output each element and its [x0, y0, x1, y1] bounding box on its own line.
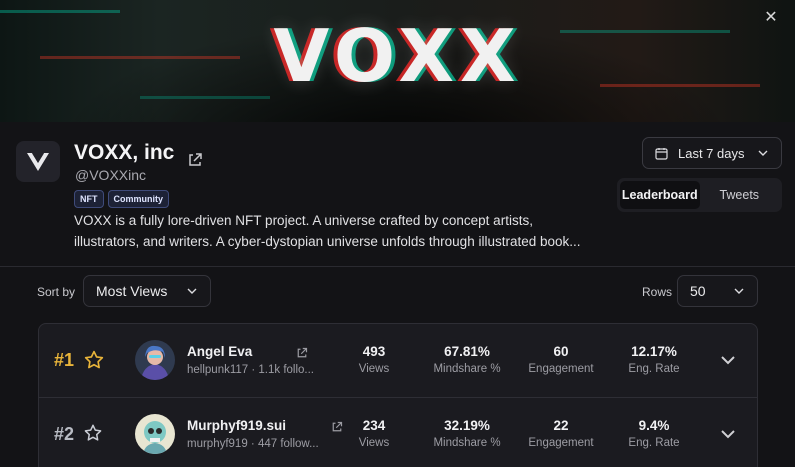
chevron-down-icon [187, 288, 197, 294]
eng-rate-value: 9.4% [638, 418, 670, 433]
views-metric: 493 Views [324, 344, 424, 375]
mindshare-value: 67.81% [444, 344, 490, 359]
leaderboard-page: VOXX ✕ VOXX, inc @VOXXinc NFT Community … [0, 0, 795, 467]
eng-rate-metric: 9.4% Eng. Rate [604, 418, 704, 449]
rows-value: 50 [690, 283, 706, 299]
engagement-label: Engagement [528, 437, 594, 449]
avatar [135, 414, 175, 454]
engagement-value: 60 [553, 344, 569, 359]
mindshare-metric: 67.81% Mindshare % [417, 344, 517, 375]
tab-tweets[interactable]: Tweets [700, 181, 780, 209]
mindshare-label: Mindshare % [433, 437, 501, 449]
views-value: 493 [362, 344, 386, 359]
views-value: 234 [362, 418, 386, 433]
project-description: VOXX is a fully lore-driven NFT project.… [74, 210, 614, 252]
sort-value: Most Views [96, 283, 168, 299]
project-logo [16, 141, 60, 182]
description-line: illustrators, and writers. A cyber-dysto… [74, 234, 581, 249]
rows-select[interactable]: 50 [677, 275, 758, 307]
avatar [135, 340, 175, 380]
external-link-icon[interactable] [187, 152, 203, 168]
view-tabs: Leaderboard Tweets [617, 178, 782, 212]
chevron-down-icon [758, 150, 768, 156]
eng-rate-value: 12.17% [631, 344, 677, 359]
project-banner: VOXX ✕ [0, 0, 795, 122]
eng-rate-label: Eng. Rate [628, 363, 680, 375]
sort-select[interactable]: Most Views [83, 275, 211, 307]
views-label: Views [358, 363, 390, 375]
engagement-metric: 22 Engagement [511, 418, 611, 449]
date-range-button[interactable]: Last 7 days [642, 137, 782, 169]
engagement-label: Engagement [528, 363, 594, 375]
eng-rate-metric: 12.17% Eng. Rate [604, 344, 704, 375]
external-link-icon[interactable] [296, 346, 308, 358]
user-subtitle: murphyf919 · 447 follow... [187, 438, 319, 450]
chevron-down-icon [734, 288, 744, 294]
project-tags: NFT Community [74, 190, 169, 208]
leaderboard-table: #1 Angel Eva hellpunk117 · 1.1k follo... [38, 323, 758, 467]
engagement-value: 22 [553, 418, 569, 433]
eng-rate-label: Eng. Rate [628, 437, 680, 449]
mindshare-metric: 32.19% Mindshare % [417, 418, 517, 449]
user-subtitle: hellpunk117 · 1.1k follo... [187, 364, 315, 376]
calendar-icon [655, 147, 668, 160]
banner-title: VOXX [273, 14, 522, 98]
date-range-label: Last 7 days [678, 145, 745, 161]
rank: #1 [54, 350, 75, 370]
project-name: VOXX, inc [74, 141, 175, 164]
user-name[interactable]: Murphyf919.sui [187, 418, 286, 433]
close-icon[interactable]: ✕ [761, 8, 781, 28]
chevron-down-icon[interactable] [719, 425, 739, 445]
tag-community: Community [107, 190, 169, 208]
sort-label: Sort by [37, 285, 76, 299]
mindshare-label: Mindshare % [433, 363, 501, 375]
description-line: VOXX is a fully lore-driven NFT project.… [74, 213, 533, 228]
star-icon[interactable] [83, 423, 105, 445]
tag-nft: NFT [74, 190, 104, 208]
voxx-logo-icon [27, 151, 49, 171]
star-icon[interactable] [83, 349, 105, 371]
rows-label: Rows [642, 285, 673, 299]
engagement-metric: 60 Engagement [511, 344, 611, 375]
views-metric: 234 Views [324, 418, 424, 449]
rank: #2 [54, 424, 75, 444]
section-divider [0, 266, 795, 267]
project-handle: @VOXXinc [75, 167, 147, 183]
table-row[interactable]: #1 Angel Eva hellpunk117 · 1.1k follo... [39, 324, 757, 397]
tab-leaderboard[interactable]: Leaderboard [620, 181, 700, 209]
chevron-down-icon[interactable] [719, 351, 739, 371]
mindshare-value: 32.19% [444, 418, 490, 433]
user-name[interactable]: Angel Eva [187, 344, 252, 359]
views-label: Views [358, 437, 390, 449]
table-row[interactable]: #2 Murphyf919.sui murphyf919 · 447 follo… [39, 397, 757, 467]
